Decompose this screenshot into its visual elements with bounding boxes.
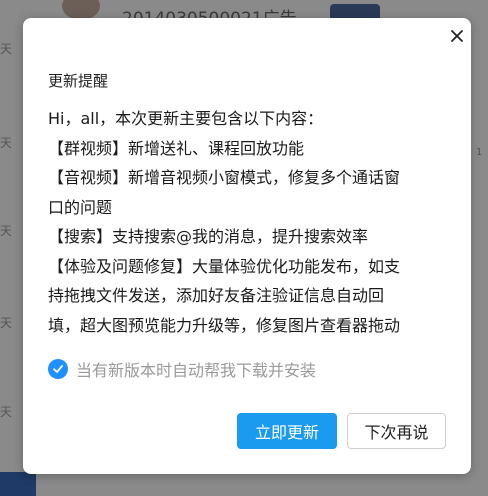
auto-update-label: 当有新版本时自动帮我下载并安装 <box>76 361 317 380</box>
release-note-line: 填，超大图预览能力升级等，修复图片查看器拖动 <box>48 315 401 335</box>
auto-update-checkbox[interactable]: 当有新版本时自动帮我下载并安装 <box>48 358 316 380</box>
dialog-title: 更新提醒 <box>48 72 109 90</box>
release-note-line: 【群视频】新增送礼、课程回放功能 <box>48 138 305 158</box>
checkbox-checked-icon[interactable] <box>48 359 68 379</box>
release-note-line: Hi，all，本次更新主要包含以下内容： <box>48 109 324 128</box>
avatar <box>62 0 100 20</box>
release-note-line: 【音视频】新增音视频小窗模式，修复多个通话窗 <box>48 168 401 187</box>
background-day-label: 天 <box>0 224 13 238</box>
close-icon <box>451 30 463 42</box>
release-note-line: 持拖拽文件发送，添加好友备注验证信息自动回 <box>48 286 385 305</box>
background-day-label: 天 <box>0 136 13 150</box>
close-button[interactable] <box>447 26 467 46</box>
check-icon <box>53 365 63 373</box>
release-note-line: 口的问题 <box>48 197 113 217</box>
release-note-line: 【搜索】支持搜索@我的消息，提升搜索效率 <box>48 227 369 246</box>
background-side-mark: 1 <box>476 147 483 158</box>
release-notes[interactable]: Hi，all，本次更新主要包含以下内容： 【群视频】新增送礼、课程回放功能 【音… <box>48 104 448 340</box>
background-day-label: 天 <box>0 42 13 56</box>
release-note-line: 【体验及问题修复】大量体验优化功能发布，如支 <box>48 256 401 276</box>
update-dialog: 更新提醒 Hi，all，本次更新主要包含以下内容： 【群视频】新增送礼、课程回放… <box>23 18 471 474</box>
background-day-label: 天 <box>0 316 13 330</box>
remind-later-button[interactable]: 下次再说 <box>347 413 446 449</box>
background-bottom-bar <box>0 472 36 496</box>
background-day-label: 天 <box>0 405 13 419</box>
update-now-button[interactable]: 立即更新 <box>237 413 337 449</box>
